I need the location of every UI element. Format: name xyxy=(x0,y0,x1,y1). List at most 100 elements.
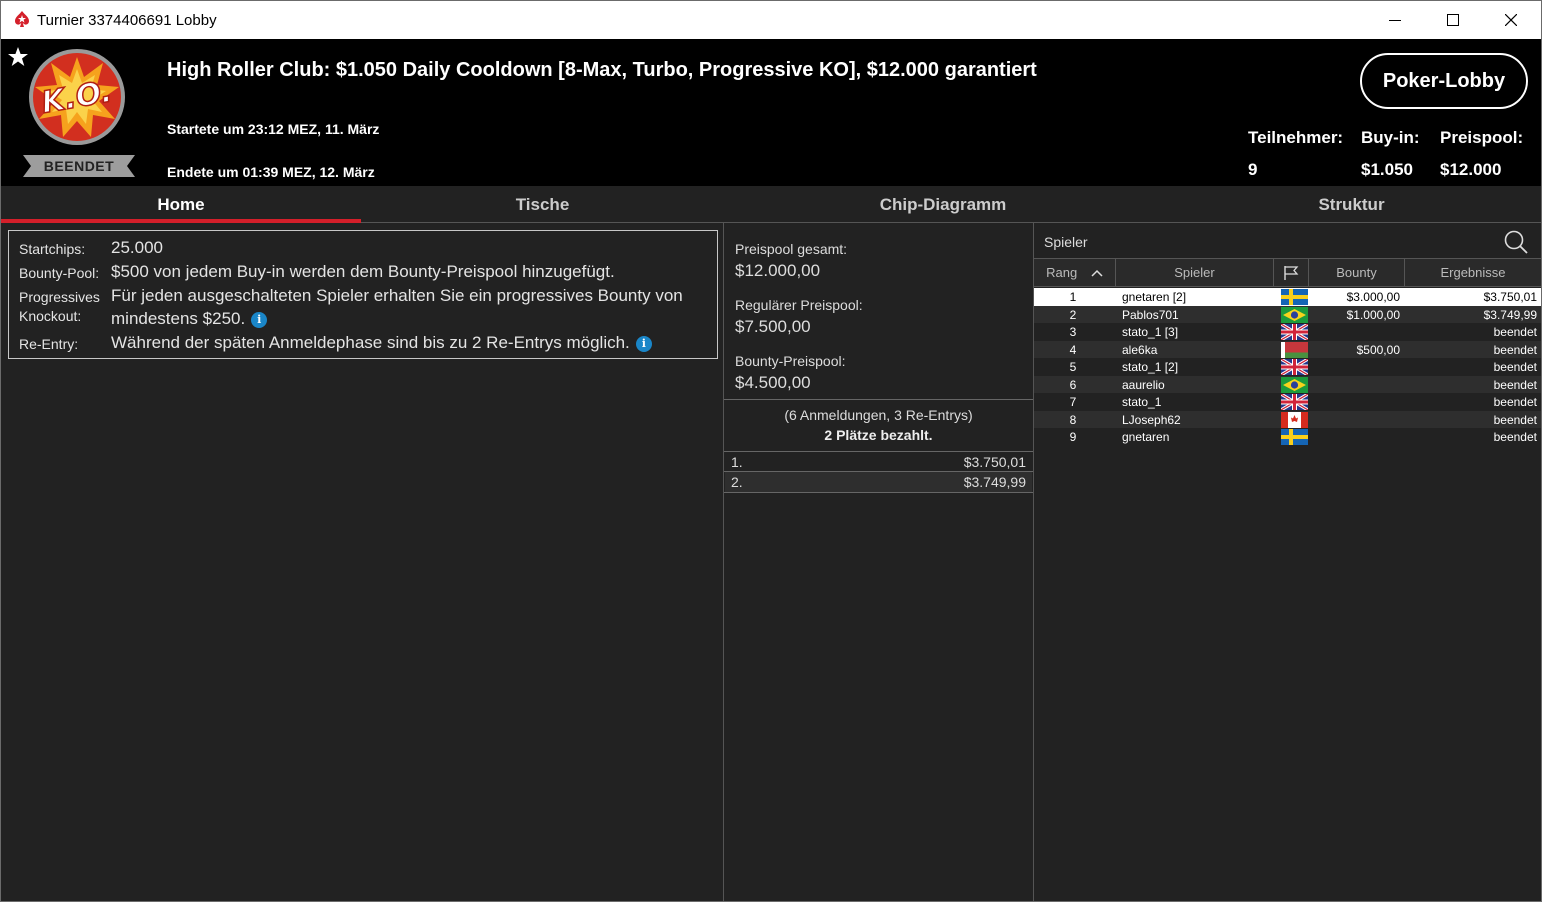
tab-bar: Home Tische Chip-Diagramm Struktur xyxy=(1,186,1541,223)
pokerstars-spade-icon xyxy=(15,11,29,27)
payout-amount: $3.750,01 xyxy=(963,454,1026,470)
player-result: beendet xyxy=(1493,360,1537,374)
player-bounty: $3.000,00 xyxy=(1346,290,1400,304)
title-bar: Turnier 3374406691 Lobby xyxy=(1,1,1541,39)
column-result-header[interactable]: Ergebnisse xyxy=(1405,259,1541,287)
player-result: beendet xyxy=(1493,430,1537,444)
search-icon[interactable] xyxy=(1503,229,1529,255)
bounty-prizepool-label: Bounty-Preispool: xyxy=(735,353,846,369)
sweden-flag-icon xyxy=(1281,429,1308,445)
player-search-bar[interactable]: Spieler xyxy=(1034,223,1541,259)
tab-chip-chart[interactable]: Chip-Diagramm xyxy=(724,186,1162,223)
bounty-prizepool-value: $4.500,00 xyxy=(735,373,811,392)
status-text: BEENDET xyxy=(43,158,115,174)
player-row[interactable]: 7 stato_1 beendet xyxy=(1034,393,1541,411)
entries-summary: (6 Anmeldungen, 3 Re-Entrys) xyxy=(784,407,973,423)
player-name: Pablos701 xyxy=(1122,307,1179,322)
player-row[interactable]: 9 gnetaren beendet xyxy=(1034,428,1541,446)
player-result: beendet xyxy=(1493,377,1537,392)
divider xyxy=(724,492,1033,493)
pko-value-line1: Für jeden ausgeschalteten Spieler erhalt… xyxy=(111,286,683,305)
regular-prizepool-value: $7.500,00 xyxy=(735,317,811,336)
player-row[interactable]: 8 LJoseph62 beendet xyxy=(1034,410,1541,428)
player-row[interactable]: 3 stato_1 [3] beendet xyxy=(1034,323,1541,341)
reentry-value: Während der späten Anmeldephase sind bis… xyxy=(111,333,652,353)
pko-label-line2: Knockout: xyxy=(19,308,82,324)
player-name: gnetaren xyxy=(1122,430,1170,444)
player-row[interactable]: 6 aaurelio beendet xyxy=(1034,375,1541,393)
player-row[interactable]: 1 gnetaren [2] $3.000,00 $3.750,01 xyxy=(1034,288,1541,306)
payout-row: 1. $3.750,01 xyxy=(725,452,1032,472)
participants-value: 9 xyxy=(1248,160,1258,179)
tournament-lobby-window: Turnier 3374406691 Lobby K.O. BEENDET Hi… xyxy=(0,0,1542,902)
window-title: Turnier 3374406691 Lobby xyxy=(37,12,217,29)
startchips-label: Startchips: xyxy=(19,241,86,257)
country-flag-icon xyxy=(1284,266,1299,280)
payout-row: 2. $3.749,99 xyxy=(725,472,1032,492)
player-result: beendet xyxy=(1493,395,1537,409)
players-table-header: Rang Spieler Bounty Ergebnisse xyxy=(1034,259,1541,287)
column-player-header[interactable]: Spieler xyxy=(1116,259,1274,287)
divider xyxy=(724,399,1033,400)
uk-flag-icon xyxy=(1281,394,1308,410)
pko-info-icon[interactable]: i xyxy=(251,312,268,328)
player-name: stato_1 [2] xyxy=(1122,360,1179,374)
players-panel: Spieler Rang Spieler Bounty Ergebnisse 1… xyxy=(1034,223,1541,901)
player-row[interactable]: 5 stato_1 [2] beendet xyxy=(1034,358,1541,376)
canada-flag-icon xyxy=(1281,411,1308,428)
player-search-label: Spieler xyxy=(1044,234,1088,250)
player-row[interactable]: 2 Pablos701 $1.000,00 $3.749,99 xyxy=(1034,305,1541,323)
sweden-flag-icon xyxy=(1281,289,1308,305)
column-bounty-header[interactable]: Bounty xyxy=(1309,259,1405,287)
player-row[interactable]: 4 ale6ka $500,00 beendet xyxy=(1034,340,1541,358)
close-button[interactable] xyxy=(1483,1,1541,39)
regular-prizepool-label: Regulärer Preispool: xyxy=(735,297,863,313)
player-name: stato_1 [3] xyxy=(1122,325,1179,339)
tab-structure[interactable]: Struktur xyxy=(1162,186,1541,223)
buyin-label: Buy-in: xyxy=(1361,128,1420,147)
participants-label: Teilnehmer: xyxy=(1248,128,1344,147)
tab-home[interactable]: Home xyxy=(1,186,361,223)
minimize-button[interactable] xyxy=(1367,1,1425,39)
maximize-button[interactable] xyxy=(1425,1,1483,39)
prizepool-value: $12.000 xyxy=(1440,160,1502,179)
player-rank: 8 xyxy=(1069,412,1077,427)
brazil-flag-icon xyxy=(1281,306,1308,323)
reentry-info-icon[interactable]: i xyxy=(635,336,652,352)
pko-value-line2: mindestens $250. i xyxy=(111,309,268,329)
player-result: $3.750,01 xyxy=(1483,290,1537,304)
buyin-value: $1.050 xyxy=(1361,160,1413,179)
player-result: beendet xyxy=(1493,412,1537,427)
favorite-star-icon[interactable] xyxy=(7,46,29,68)
column-rank-header[interactable]: Rang xyxy=(1034,259,1116,287)
player-rank: 4 xyxy=(1069,342,1077,357)
player-name: LJoseph62 xyxy=(1122,412,1181,427)
payout-amount: $3.749,99 xyxy=(963,474,1026,490)
player-result: $3.749,99 xyxy=(1483,307,1537,322)
player-name: stato_1 xyxy=(1122,395,1162,409)
brazil-flag-icon xyxy=(1281,376,1308,393)
reentry-value-text: Während der späten Anmeldephase sind bis… xyxy=(111,333,630,352)
player-rank: 6 xyxy=(1069,377,1077,392)
prizepool-label: Preispool: xyxy=(1440,128,1524,147)
startchips-value: 25.000 xyxy=(111,238,163,257)
tournament-info-box: Startchips: 25.000 Bounty-Pool: $500 von… xyxy=(8,230,718,359)
player-rank: 5 xyxy=(1069,360,1077,374)
player-rank: 9 xyxy=(1069,430,1077,444)
player-bounty: $1.000,00 xyxy=(1346,307,1400,322)
prize-pool-panel: Preispool gesamt: $12.000,00 Regulärer P… xyxy=(724,223,1033,901)
close-icon xyxy=(1505,14,1517,26)
tournament-title: High Roller Club: $1.050 Daily Cooldown … xyxy=(167,59,1037,81)
column-country-header[interactable] xyxy=(1274,259,1309,287)
status-badge: BEENDET xyxy=(23,155,135,177)
poker-lobby-button[interactable]: Poker-Lobby xyxy=(1360,53,1528,109)
tournament-header: K.O. BEENDET High Roller Club: $1.050 Da… xyxy=(1,39,1541,186)
player-rank: 2 xyxy=(1069,307,1077,322)
uk-flag-icon xyxy=(1281,359,1308,375)
pko-value-text: mindestens $250. xyxy=(111,309,246,328)
reentry-label: Re-Entry: xyxy=(19,336,79,352)
player-rank: 3 xyxy=(1069,325,1077,339)
tab-tables[interactable]: Tische xyxy=(361,186,724,223)
total-prizepool-value: $12.000,00 xyxy=(735,261,821,280)
player-name: gnetaren [2] xyxy=(1122,290,1187,304)
